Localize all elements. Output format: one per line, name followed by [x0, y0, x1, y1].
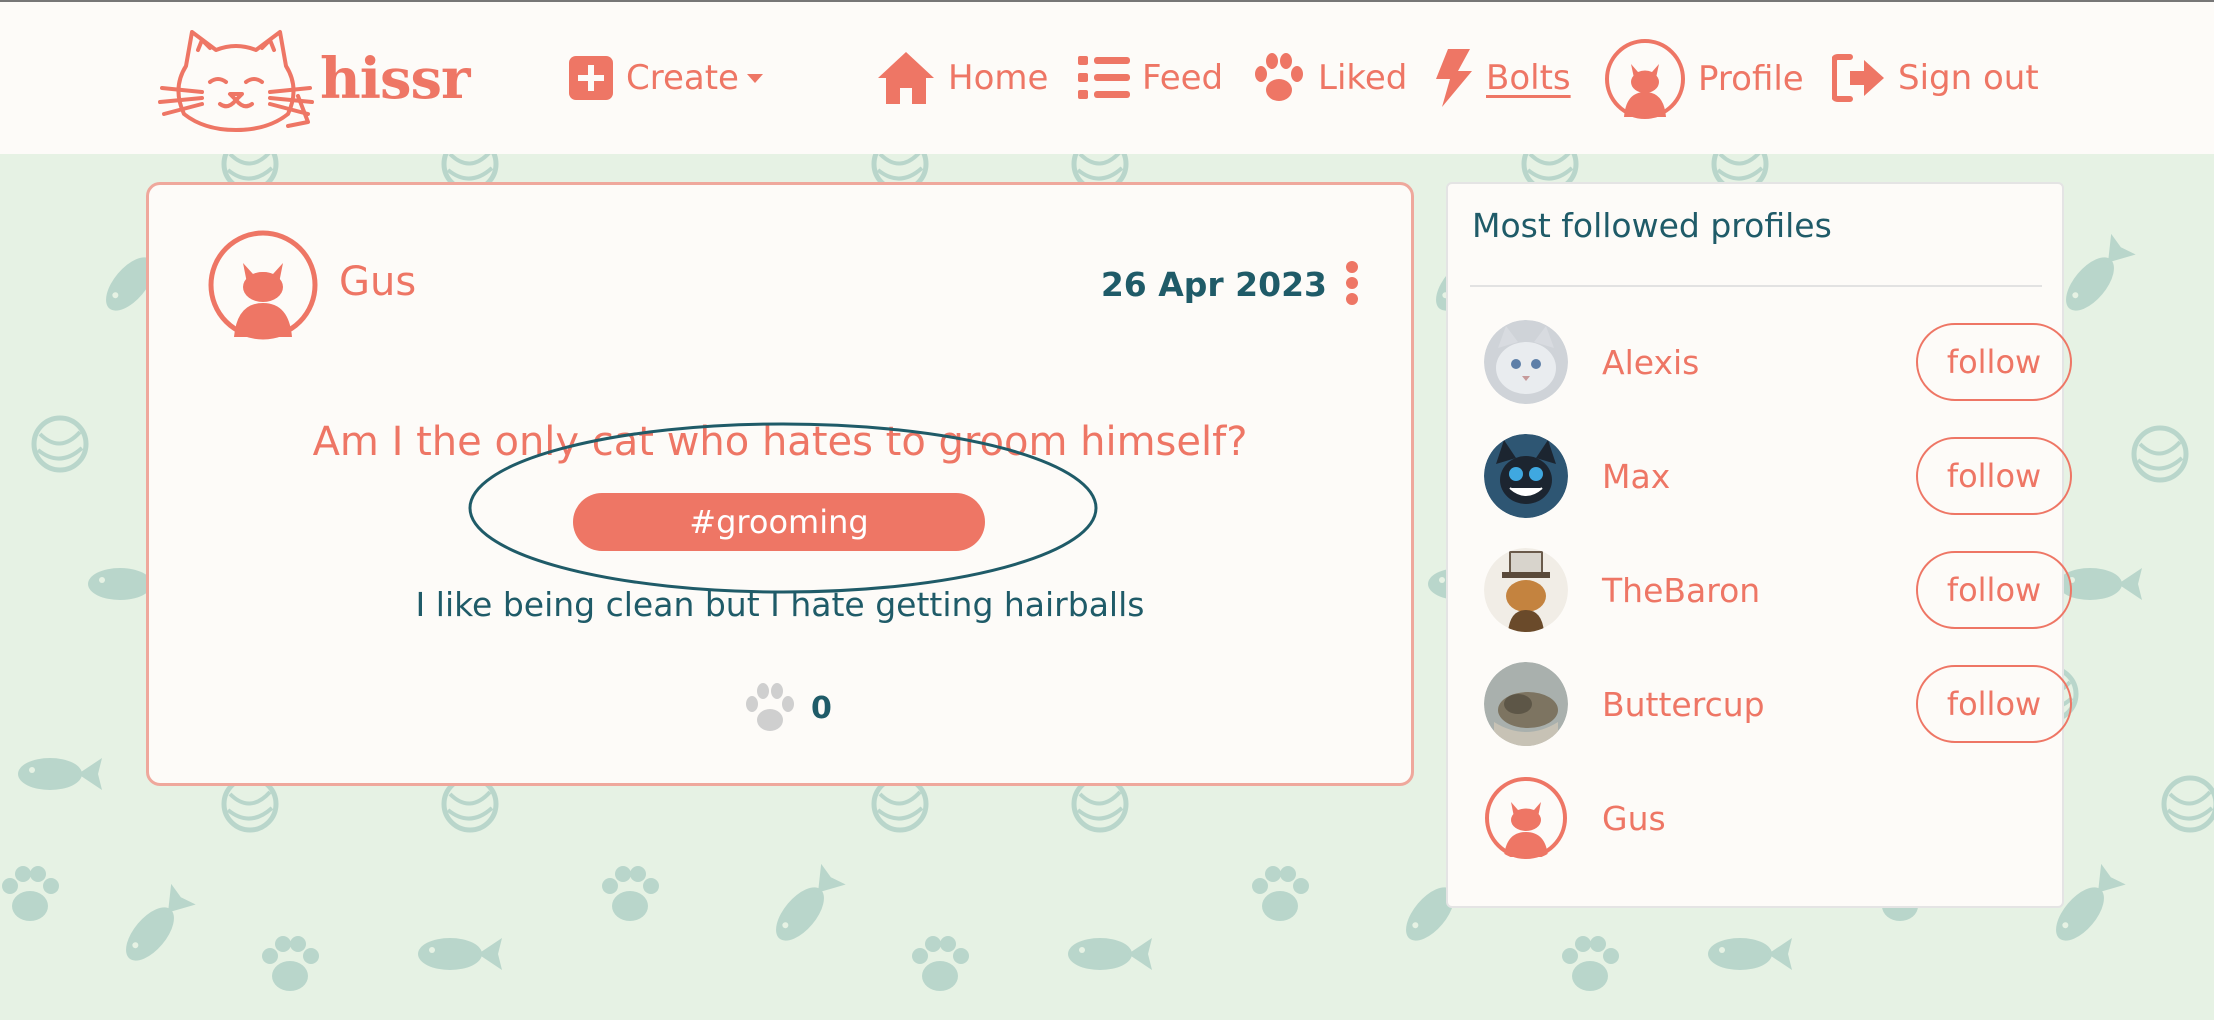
- sidebar-title: Most followed profiles: [1472, 206, 1832, 245]
- profile-row: TheBaron follow: [1484, 545, 2072, 635]
- follow-button[interactable]: follow: [1916, 665, 2072, 743]
- nav-profile[interactable]: Profile: [1604, 38, 1804, 120]
- brand-link[interactable]: hissr: [158, 26, 471, 132]
- nav-feed-label: Feed: [1142, 58, 1224, 98]
- navbar: hissr Create Home Feed Liked Bolts Profi…: [0, 0, 2214, 154]
- nav-bolts[interactable]: Bolts: [1434, 48, 1571, 108]
- profile-row: Buttercup follow: [1484, 659, 2072, 749]
- avatar[interactable]: [1484, 662, 1568, 746]
- follow-button[interactable]: follow: [1916, 323, 2072, 401]
- post-author[interactable]: Gus: [339, 259, 416, 305]
- bolt-icon: [1436, 49, 1472, 107]
- post-options-menu[interactable]: [1345, 261, 1359, 309]
- chevron-down-icon: [746, 73, 763, 83]
- post-date: 26 Apr 2023: [1100, 265, 1327, 304]
- nav-bolts-label: Bolts: [1486, 58, 1571, 98]
- profile-name[interactable]: TheBaron: [1602, 571, 1760, 610]
- nav-feed[interactable]: Feed: [1078, 48, 1223, 108]
- profile-row: Alexis follow: [1484, 317, 2072, 407]
- paw-icon: [1255, 53, 1303, 101]
- profile-name[interactable]: Buttercup: [1602, 685, 1765, 724]
- brand-name: hissr: [320, 46, 471, 112]
- avatar[interactable]: [1484, 548, 1568, 632]
- nav-home-label: Home: [948, 58, 1049, 98]
- sign-out-icon: [1832, 54, 1884, 102]
- like-count: 0: [811, 690, 832, 726]
- avatar[interactable]: [1484, 320, 1568, 404]
- create-label: Create: [626, 58, 739, 98]
- dot-icon: [1346, 277, 1358, 289]
- cat-avatar-icon[interactable]: [1484, 776, 1568, 860]
- nav-profile-label: Profile: [1698, 59, 1804, 99]
- follow-button[interactable]: follow: [1916, 551, 2072, 629]
- post-title: Am I the only cat who hates to groom him…: [312, 419, 1248, 465]
- cat-avatar-icon[interactable]: [207, 229, 319, 341]
- profile-name[interactable]: Gus: [1602, 799, 1666, 838]
- profile-name[interactable]: Alexis: [1602, 343, 1699, 382]
- list-icon: [1078, 56, 1130, 99]
- post-like-section: 0: [743, 683, 832, 733]
- most-followed-sidebar: Most followed profiles Alexis follow Max…: [1446, 182, 2072, 908]
- post-card: Gus 26 Apr 2023 Am I the only cat who ha…: [146, 182, 1414, 786]
- dot-icon: [1346, 293, 1358, 305]
- avatar[interactable]: [1484, 434, 1568, 518]
- nav-home[interactable]: Home: [876, 48, 1048, 108]
- profile-row: Gus: [1484, 773, 2044, 863]
- create-dropdown[interactable]: Create: [568, 48, 763, 108]
- cat-avatar-icon: [1605, 39, 1685, 119]
- profile-name[interactable]: Max: [1602, 457, 1670, 496]
- post-body: I like being clean but I hate getting ha…: [415, 585, 1145, 624]
- profile-row: Max follow: [1484, 431, 2072, 521]
- cat-logo-icon: [158, 30, 314, 132]
- dot-icon: [1346, 261, 1358, 273]
- nav-signout-label: Sign out: [1898, 58, 2039, 98]
- nav-liked[interactable]: Liked: [1252, 48, 1407, 108]
- plus-square-icon: [569, 56, 613, 100]
- nav-signout[interactable]: Sign out: [1832, 48, 2039, 108]
- nav-liked-label: Liked: [1318, 58, 1408, 98]
- paw-icon[interactable]: [743, 683, 797, 733]
- follow-button[interactable]: follow: [1916, 437, 2072, 515]
- divider: [1470, 285, 2042, 287]
- post-tag[interactable]: #grooming: [573, 493, 985, 551]
- home-icon: [878, 52, 934, 104]
